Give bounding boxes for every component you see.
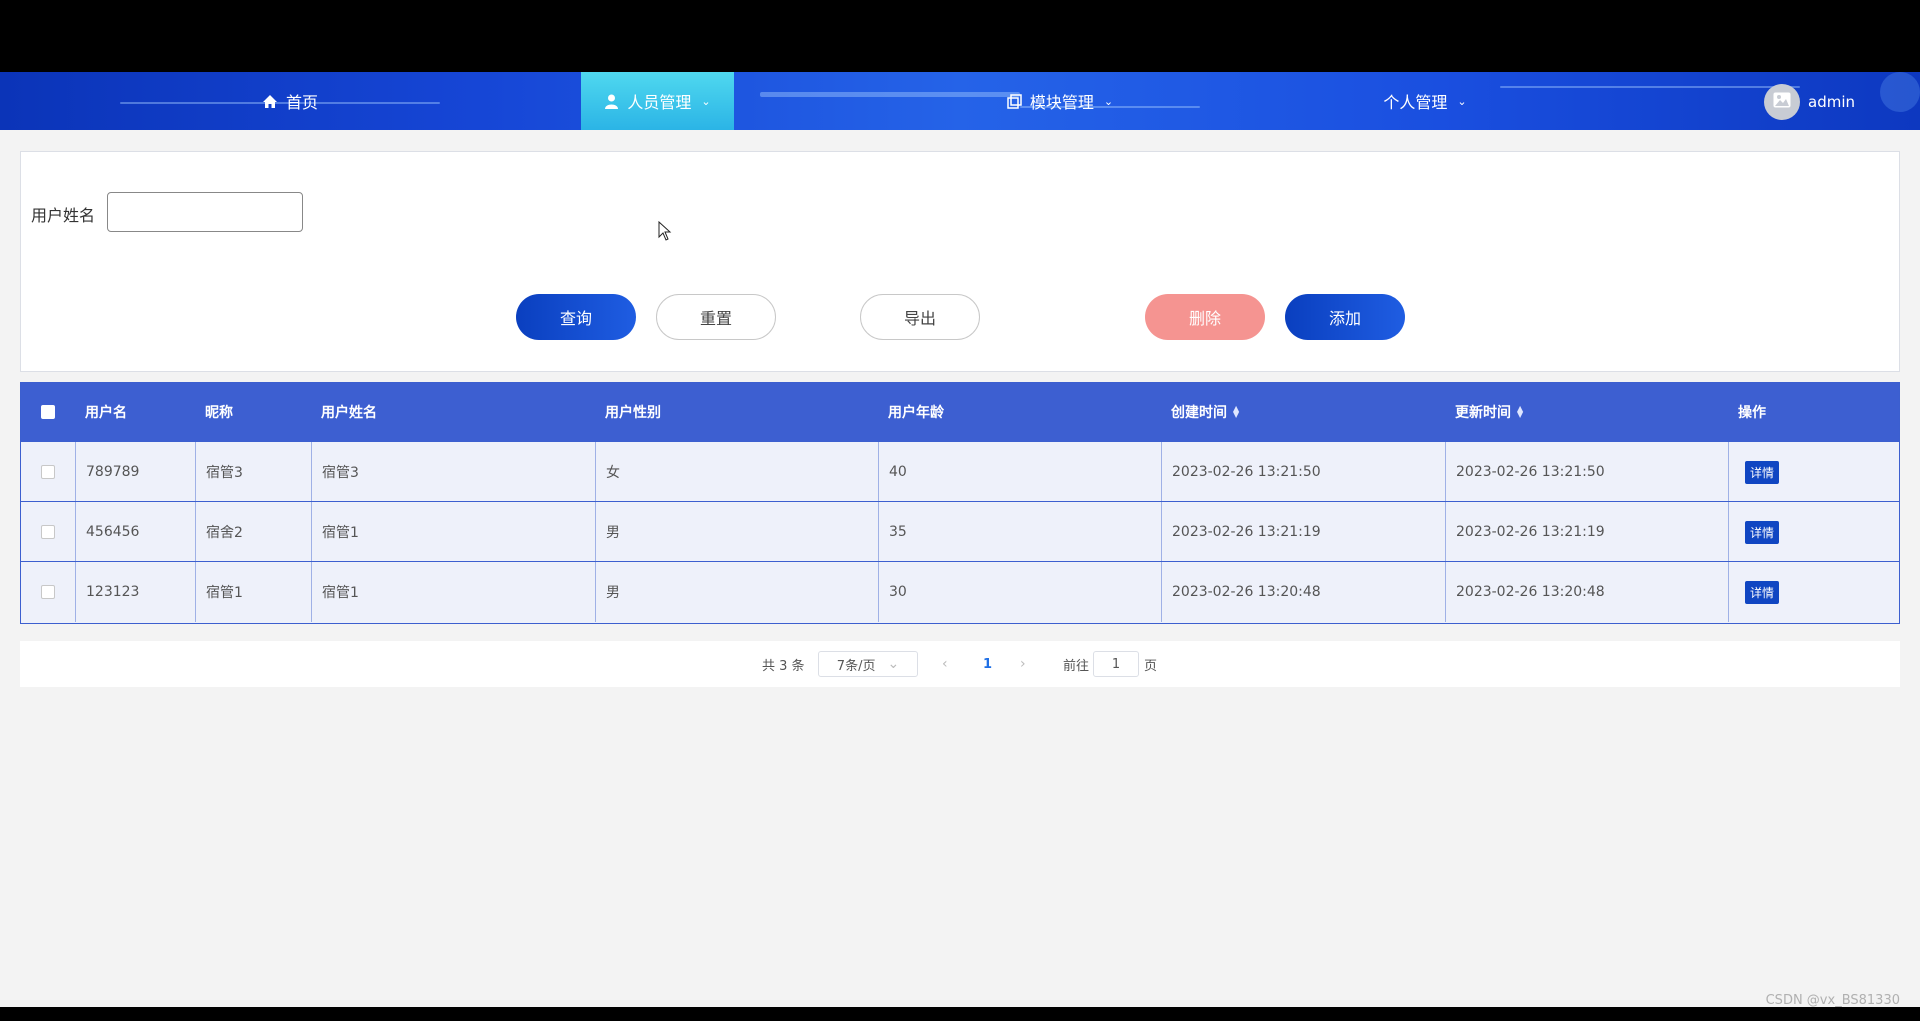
column-header-nickname: 昵称 — [205, 405, 233, 421]
prev-page-icon[interactable]: ‹ — [942, 641, 948, 687]
user-menu[interactable]: admin — [1764, 84, 1855, 120]
reset-button[interactable]: 重置 — [656, 294, 776, 340]
nav-decoration — [1500, 86, 1800, 88]
cell-username: 456456 — [75, 502, 195, 562]
cell-created: 2023-02-26 13:21:19 — [1161, 502, 1445, 562]
cell-realname: 宿管1 — [311, 562, 595, 622]
row-checkbox-cell — [21, 502, 75, 562]
detail-button[interactable]: 详情 — [1745, 520, 1780, 544]
page-size-select[interactable]: 7条/页 ⌄ — [818, 651, 918, 677]
cell-age: 30 — [878, 562, 1161, 622]
cell-username: 789789 — [75, 442, 195, 502]
select-all-cell — [21, 383, 75, 441]
column-header-age: 用户年龄 — [888, 405, 944, 421]
cell-realname: 宿管3 — [311, 442, 595, 502]
column-header-updated[interactable]: 更新时间 ▲ ▼ — [1445, 383, 1523, 441]
user-table: 用户名 昵称 用户姓名 用户性别 用户年龄 创建时间 ▲ ▼ 更新时间 ▲ ▼ 操作… — [20, 382, 1900, 624]
cell-nickname: 宿舍2 — [195, 502, 311, 562]
select-all-checkbox[interactable] — [41, 405, 55, 419]
cell-username: 123123 — [75, 562, 195, 622]
row-checkbox[interactable] — [41, 525, 55, 539]
user-icon — [604, 94, 619, 109]
table-row: 123123 宿管1 宿管1 男 30 2023-02-26 13:20:48 … — [21, 561, 1899, 622]
chevron-down-icon: ⌄ — [701, 94, 711, 108]
pagination: 共 3 条 7条/页 ⌄ ‹ 1 › 前往 1 页 — [20, 641, 1900, 687]
cell-created: 2023-02-26 13:20:48 — [1161, 562, 1445, 622]
cell-gender: 女 — [595, 442, 878, 502]
cell-updated: 2023-02-26 13:21:50 — [1445, 442, 1728, 502]
cell-action: 详情 — [1728, 442, 1899, 502]
page-number-current[interactable]: 1 — [983, 641, 992, 687]
column-header-realname: 用户姓名 — [321, 405, 377, 421]
nav-item-personal-management[interactable]: 个人管理 ⌄ — [1360, 72, 1490, 130]
page-size-value: 7条/页 — [836, 658, 876, 674]
mouse-cursor-icon — [658, 220, 672, 245]
row-checkbox[interactable] — [41, 585, 55, 599]
chevron-down-icon: ⌄ — [1457, 94, 1467, 108]
nav-item-label: 个人管理 — [1383, 93, 1448, 112]
column-header-username: 用户名 — [85, 405, 127, 421]
nav-item-staff-management[interactable]: 人员管理 ⌄ — [581, 72, 734, 130]
column-header-created[interactable]: 创建时间 ▲ ▼ — [1161, 383, 1239, 441]
column-header-gender: 用户性别 — [605, 405, 661, 421]
detail-button[interactable]: 详情 — [1745, 580, 1780, 604]
nav-item-home[interactable]: 首页 — [220, 72, 360, 130]
pagination-total: 共 3 条 — [762, 658, 805, 674]
cell-updated: 2023-02-26 13:20:48 — [1445, 562, 1728, 622]
nav-item-label: 人员管理 — [627, 93, 692, 112]
column-header-label: 更新时间 — [1455, 405, 1511, 421]
cell-updated: 2023-02-26 13:21:19 — [1445, 502, 1728, 562]
goto-prefix: 前往 — [1063, 658, 1090, 674]
page-jump-input[interactable]: 1 — [1093, 651, 1139, 677]
cell-nickname: 宿管3 — [195, 442, 311, 502]
watermark: CSDN @vx_BS81330 — [1765, 993, 1900, 1008]
cell-action: 详情 — [1728, 502, 1899, 562]
sort-icon[interactable]: ▲ ▼ — [1517, 405, 1523, 419]
goto-suffix: 页 — [1144, 658, 1158, 674]
username-search-input[interactable] — [107, 192, 303, 232]
detail-button[interactable]: 详情 — [1745, 460, 1780, 484]
column-header-label: 创建时间 — [1171, 405, 1227, 421]
cell-realname: 宿管1 — [311, 502, 595, 562]
row-checkbox-cell — [21, 442, 75, 502]
sort-icon[interactable]: ▲ ▼ — [1233, 405, 1239, 419]
avatar[interactable] — [1764, 84, 1800, 120]
username-label: 用户姓名 — [31, 206, 96, 225]
add-button[interactable]: 添加 — [1285, 294, 1405, 340]
cell-nickname: 宿管1 — [195, 562, 311, 622]
table-header: 用户名 昵称 用户姓名 用户性别 用户年龄 创建时间 ▲ ▼ 更新时间 ▲ ▼ 操作 — [21, 383, 1899, 441]
top-navigation: 首页 人员管理 ⌄ 模块管理 ⌄ 个人管理 ⌄ admin — [0, 72, 1920, 130]
nav-item-module-management[interactable]: 模块管理 ⌄ — [980, 72, 1140, 130]
chevron-down-icon: ⌄ — [887, 656, 900, 672]
nav-decoration — [1880, 72, 1920, 112]
username: admin — [1808, 93, 1855, 111]
next-page-icon[interactable]: › — [1020, 641, 1026, 687]
image-icon — [1773, 92, 1791, 112]
query-button[interactable]: 查询 — [516, 294, 636, 340]
search-panel: 用户姓名 查询 重置 导出 删除 添加 — [20, 151, 1900, 372]
row-checkbox-cell — [21, 562, 75, 622]
chevron-down-icon: ⌄ — [1103, 94, 1114, 108]
nav-item-label: 首页 — [285, 93, 318, 112]
export-button[interactable]: 导出 — [860, 294, 980, 340]
window-bottom-bar — [0, 1007, 1920, 1021]
home-icon — [262, 94, 278, 109]
cell-gender: 男 — [595, 502, 878, 562]
cell-gender: 男 — [595, 562, 878, 622]
cell-created: 2023-02-26 13:21:50 — [1161, 442, 1445, 502]
window-top-bar — [0, 0, 1920, 72]
cell-age: 35 — [878, 502, 1161, 562]
copy-icon — [1007, 93, 1022, 109]
nav-item-label: 模块管理 — [1029, 93, 1094, 112]
table-row: 789789 宿管3 宿管3 女 40 2023-02-26 13:21:50 … — [21, 441, 1899, 502]
table-row: 456456 宿舍2 宿管1 男 35 2023-02-26 13:21:19 … — [21, 501, 1899, 562]
row-checkbox[interactable] — [41, 465, 55, 479]
delete-button[interactable]: 删除 — [1145, 294, 1265, 340]
column-header-action: 操作 — [1738, 405, 1766, 421]
cell-action: 详情 — [1728, 562, 1899, 622]
cell-age: 40 — [878, 442, 1161, 502]
